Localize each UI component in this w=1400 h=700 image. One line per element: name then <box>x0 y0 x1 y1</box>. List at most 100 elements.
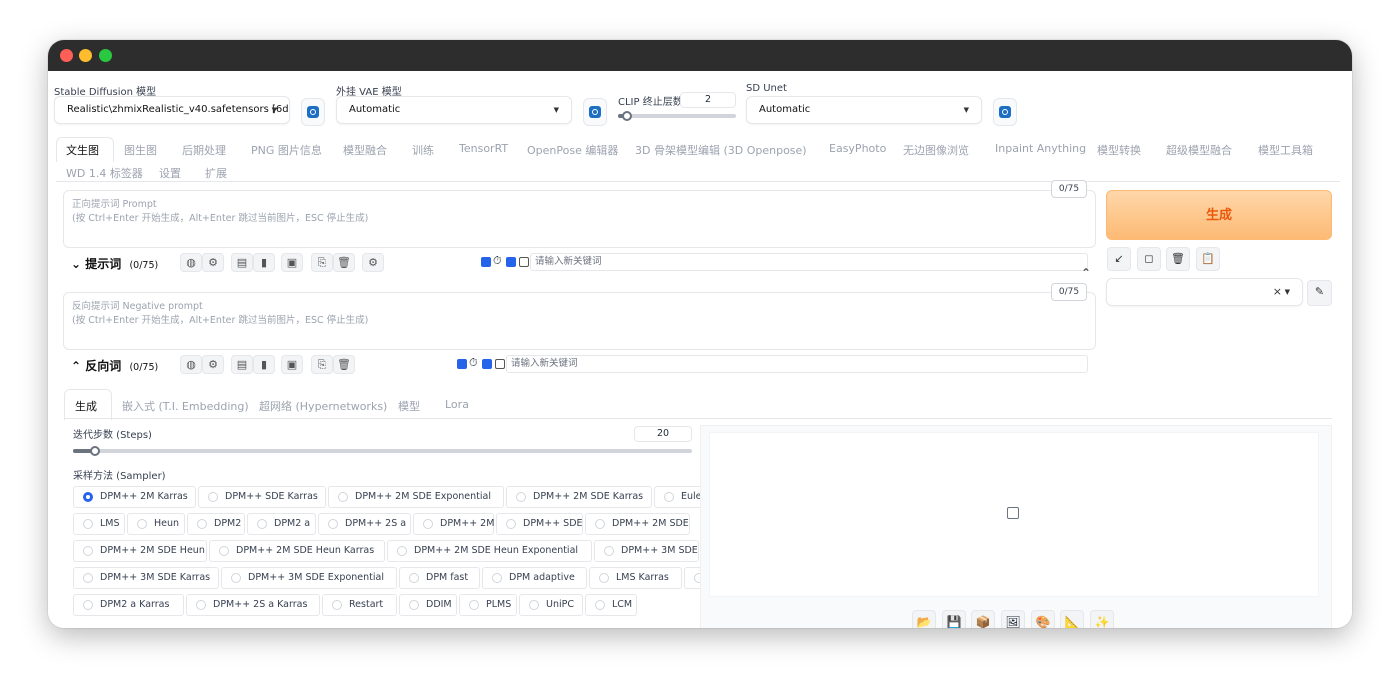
clip-input[interactable]: 2 <box>680 92 736 108</box>
sampler-option[interactable]: DPM++ 3M SDE Karras <box>73 567 219 589</box>
enable-checkbox-2[interactable] <box>506 257 516 267</box>
refresh-unet-button[interactable] <box>993 98 1017 126</box>
tab-extras[interactable]: 后期处理 <box>182 142 226 158</box>
sampler-option[interactable]: DPM++ 2M SDE Heun <box>73 540 207 562</box>
sampler-option[interactable]: DPM++ 2M SDE Heun Karras <box>209 540 385 562</box>
negative-copy-button[interactable]: ▤ <box>231 355 253 374</box>
magic-button[interactable]: ✨ <box>1090 610 1114 628</box>
subtab-lora[interactable]: Lora <box>445 398 469 411</box>
sampler-option[interactable]: DPM++ 2M Karras <box>73 486 196 508</box>
tab-train[interactable]: 训练 <box>412 142 434 158</box>
tab-infinite-browser[interactable]: 无边图像浏览 <box>903 142 969 158</box>
tab-easyphoto[interactable]: EasyPhoto <box>829 142 886 155</box>
style-select[interactable]: × ▼ <box>1106 278 1303 306</box>
clear-all-button[interactable]: 🗑 <box>1166 247 1190 271</box>
tab-model-convert[interactable]: 模型转换 <box>1097 142 1141 158</box>
negative-clipboard-button[interactable]: ⎘ <box>311 355 333 374</box>
sampler-option[interactable]: Restart <box>322 594 397 616</box>
sampler-option[interactable]: DPM fast <box>399 567 480 589</box>
sampler-option[interactable]: DPM++ 2S a Karras <box>186 594 320 616</box>
chevron-up-circle-icon[interactable]: ⌃ <box>1081 266 1091 280</box>
sampler-option[interactable]: UniPC <box>519 594 583 616</box>
negative-settings-button[interactable]: ⚙ <box>202 355 224 374</box>
negative-panel-checkbox[interactable] <box>495 359 505 369</box>
favorite-prompt-button[interactable]: ▮ <box>253 253 275 272</box>
subtab-model[interactable]: 模型 <box>398 398 420 414</box>
negative-favorite-button[interactable]: ▮ <box>253 355 275 374</box>
sampler-option[interactable]: DPM++ 2M SDE Heun Exponential <box>387 540 592 562</box>
tab-3d-openpose[interactable]: 3D 骨架模型编辑 (3D Openpose) <box>635 142 807 158</box>
tab-merge[interactable]: 模型融合 <box>343 142 387 158</box>
negative-enable-checkbox-2[interactable] <box>482 359 492 369</box>
paste-button[interactable]: ◻ <box>1137 247 1161 271</box>
negative-clear-button[interactable]: 🗑 <box>333 355 355 374</box>
sampler-option[interactable]: LMS <box>73 513 125 535</box>
sampler-option[interactable]: DPM2 <box>187 513 245 535</box>
translate-button[interactable]: ◍ <box>180 253 202 272</box>
negative-import-button[interactable]: ▣ <box>281 355 303 374</box>
zip-button[interactable]: 📦 <box>971 610 995 628</box>
send-extras-button[interactable]: 📐 <box>1060 610 1084 628</box>
copy-clipboard-button[interactable]: ⎘ <box>311 253 333 272</box>
sampler-option[interactable]: DPM++ 2S a <box>318 513 411 535</box>
tab-png-info[interactable]: PNG 图片信息 <box>251 142 322 158</box>
vae-select[interactable]: Automatic ▼ <box>336 96 572 124</box>
maximize-window-button[interactable] <box>99 49 112 62</box>
generate-button[interactable]: 生成 <box>1106 190 1332 240</box>
negative-translate-button[interactable]: ◍ <box>180 355 202 374</box>
prompt-keyword-input[interactable]: 请输入新关键词 <box>530 253 1088 271</box>
sampler-option[interactable]: LMS Karras <box>589 567 682 589</box>
panel-checkbox[interactable] <box>519 257 529 267</box>
sampler-option[interactable]: DPM++ SDE Karras <box>198 486 326 508</box>
close-window-button[interactable] <box>60 49 73 62</box>
clear-style-icon[interactable]: × <box>1273 279 1282 305</box>
send-img2img-button[interactable]: 🖼 <box>1001 610 1025 628</box>
negative-enable-checkbox[interactable] <box>457 359 467 369</box>
sampler-option[interactable]: DPM++ 3M SDE <box>594 540 699 562</box>
unet-select[interactable]: Automatic ▼ <box>746 96 982 124</box>
minimize-window-button[interactable] <box>79 49 92 62</box>
prompt-section-toggle[interactable]: ⌄ 提示词 (0/75) <box>71 255 158 272</box>
sampler-option[interactable]: DPM2 a <box>247 513 316 535</box>
prompt-extra-settings-button[interactable]: ⚙ <box>362 253 384 272</box>
edit-style-button[interactable]: ✎ <box>1307 280 1332 306</box>
tab-super-merge[interactable]: 超级模型融合 <box>1166 142 1232 158</box>
tab-model-toolbox[interactable]: 模型工具箱 <box>1258 142 1313 158</box>
sd-model-select[interactable]: Realistic\zhmixRealistic_v40.safetensors… <box>54 96 290 124</box>
refresh-sd-model-button[interactable] <box>301 98 325 126</box>
steps-slider-track[interactable] <box>73 449 692 453</box>
clear-prompt-button[interactable]: 🗑 <box>333 253 355 272</box>
sampler-option[interactable]: DPM++ 3M SDE Exponential <box>221 567 397 589</box>
sampler-option[interactable]: DDIM <box>399 594 457 616</box>
negative-prompt-textarea[interactable]: 反向提示词 Negative prompt (按 Ctrl+Enter 开始生成… <box>63 292 1096 350</box>
import-prompt-button[interactable]: ▣ <box>281 253 303 272</box>
tab-img2img[interactable]: 图生图 <box>124 142 157 158</box>
prompt-textarea[interactable]: 正向提示词 Prompt (按 Ctrl+Enter 开始生成，Alt+Ente… <box>63 190 1096 248</box>
negative-section-toggle[interactable]: ⌃ 反向词 (0/75) <box>71 357 158 374</box>
send-inpaint-button[interactable]: 🎨 <box>1031 610 1055 628</box>
sampler-option[interactable]: Heun <box>127 513 185 535</box>
tab-wd-tagger[interactable]: WD 1.4 标签器 <box>66 165 143 181</box>
tab-settings[interactable]: 设置 <box>159 165 181 181</box>
clip-slider-track[interactable] <box>618 114 736 118</box>
enable-checkbox[interactable] <box>481 257 491 267</box>
open-folder-button[interactable]: 📂 <box>912 610 936 628</box>
copy-prompt-button[interactable]: ▤ <box>231 253 253 272</box>
tab-extensions[interactable]: 扩展 <box>205 165 227 181</box>
read-params-button[interactable]: ↙ <box>1107 247 1131 271</box>
tab-openpose[interactable]: OpenPose 编辑器 <box>527 142 618 158</box>
steps-slider-thumb[interactable] <box>89 446 100 456</box>
tab-inpaint-anything[interactable]: Inpaint Anything <box>995 142 1086 155</box>
steps-input[interactable]: 20 <box>634 426 692 442</box>
tab-txt2img[interactable]: 文生图 <box>66 142 99 158</box>
tab-tensorrt[interactable]: TensorRT <box>459 142 508 155</box>
refresh-vae-button[interactable] <box>583 98 607 126</box>
clipboard-button[interactable]: 📋 <box>1196 247 1220 271</box>
save-button[interactable]: 💾 <box>942 610 966 628</box>
sampler-option[interactable]: DPM++ 2M SDE Karras <box>506 486 652 508</box>
sampler-option[interactable]: DPM++ 2M <box>413 513 494 535</box>
sampler-option[interactable]: DPM++ 2M SDE Exponential <box>328 486 504 508</box>
sampler-option[interactable]: DPM2 a Karras <box>73 594 184 616</box>
sampler-option[interactable]: PLMS <box>459 594 517 616</box>
negative-keyword-input[interactable]: 请输入新关键词 <box>506 355 1088 373</box>
